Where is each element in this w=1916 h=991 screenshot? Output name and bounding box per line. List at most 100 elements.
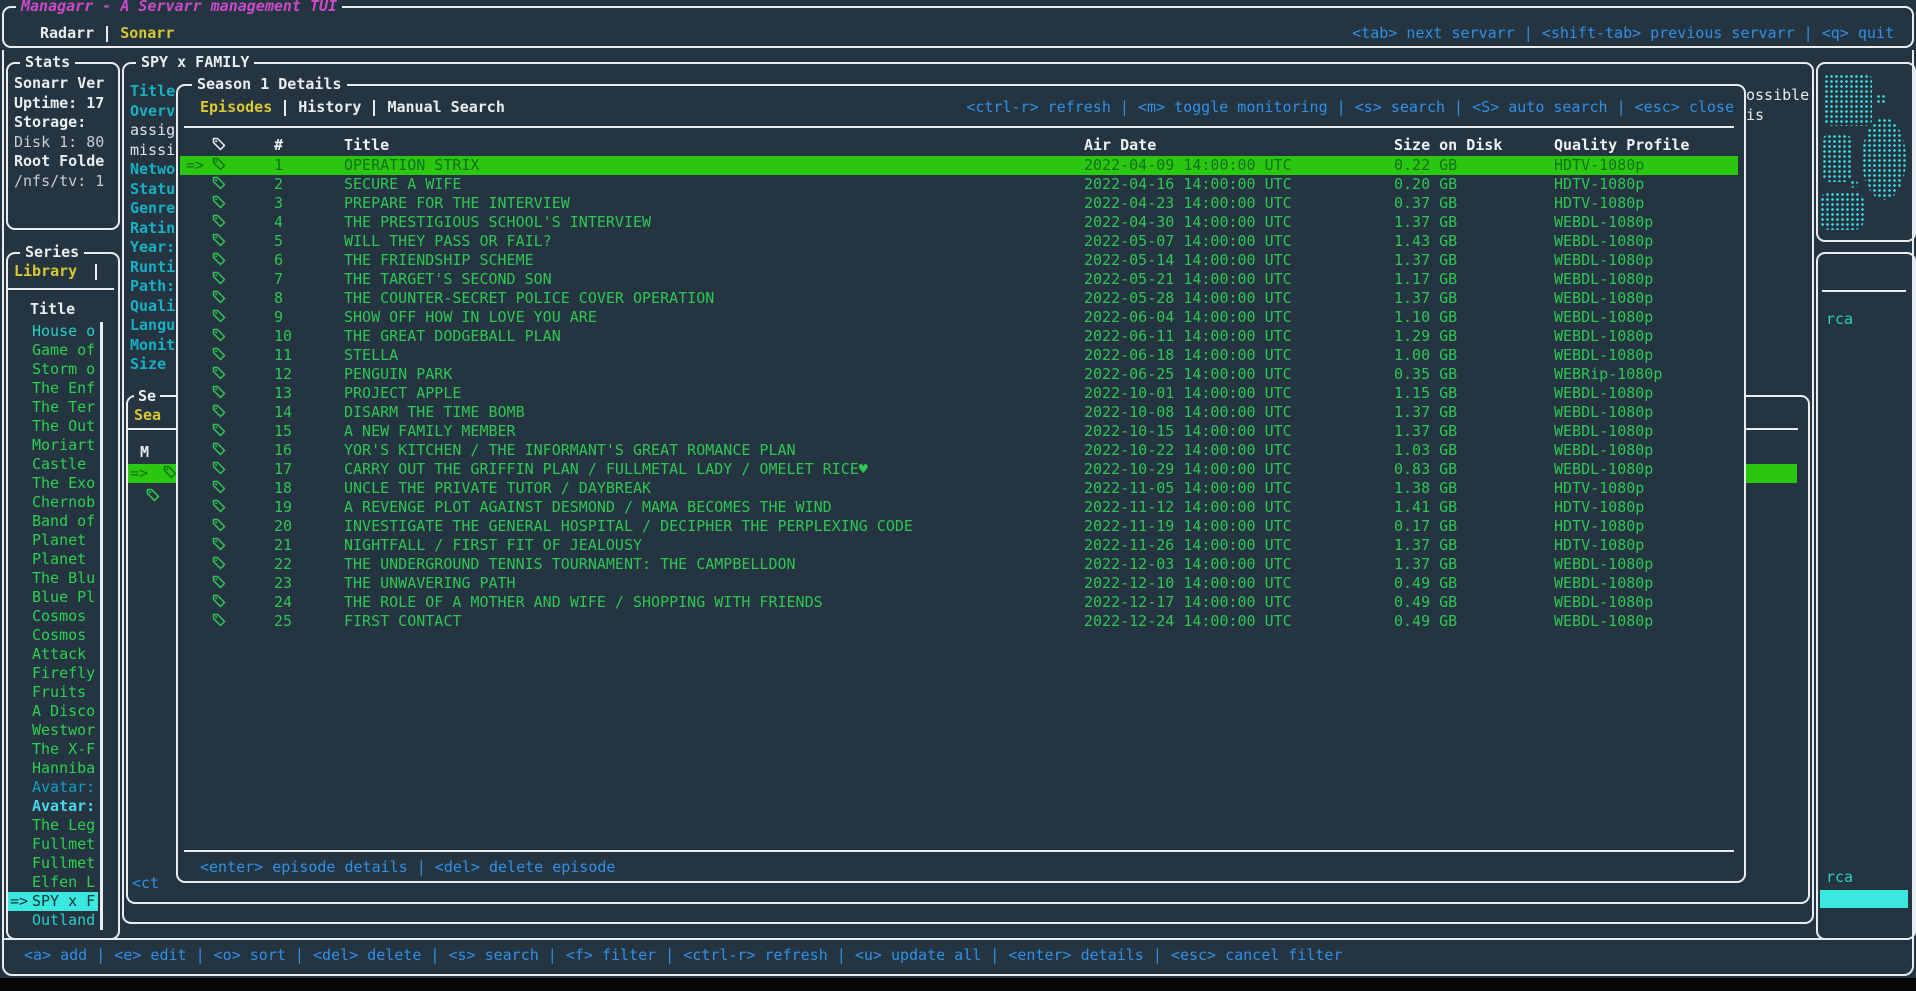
episode-monitored-tag-icon[interactable] <box>212 403 274 422</box>
series-list-item[interactable]: The Ter <box>8 398 98 417</box>
episode-row[interactable]: 10 THE GREAT DODGEBALL PLAN 2022-06-11 1… <box>180 327 1738 346</box>
episode-row[interactable]: 5 WILL THEY PASS OR FAIL? 2022-05-07 14:… <box>180 232 1738 251</box>
series-list-item[interactable]: Attack <box>8 645 98 664</box>
episode-row[interactable]: 18 UNCLE THE PRIVATE TUTOR / DAYBREAK 20… <box>180 479 1738 498</box>
series-list-item[interactable]: Fullmet <box>8 854 98 873</box>
series-list-item[interactable]: Fullmet <box>8 835 98 854</box>
series-list-item[interactable]: Hanniba <box>8 759 98 778</box>
episode-row[interactable]: 4 THE PRESTIGIOUS SCHOOL'S INTERVIEW 202… <box>180 213 1738 232</box>
series-list-item[interactable]: Cosmos <box>8 626 98 645</box>
series-list-item[interactable]: Firefly <box>8 664 98 683</box>
episode-monitored-tag-icon[interactable] <box>212 517 274 536</box>
selected-season-row-fragment-left[interactable]: => <box>128 464 178 483</box>
series-list-item[interactable]: A Disco <box>8 702 98 721</box>
episode-row[interactable]: 2 SECURE A WIFE 2022-04-16 14:00:00 UTC … <box>180 175 1738 194</box>
episode-row[interactable]: 12 PENGUIN PARK 2022-06-25 14:00:00 UTC … <box>180 365 1738 384</box>
series-list-item[interactable]: Fruits <box>8 683 98 702</box>
episode-monitored-tag-icon[interactable] <box>212 422 274 441</box>
episode-monitored-tag-icon[interactable] <box>212 327 274 346</box>
episode-monitored-tag-icon[interactable] <box>212 232 274 251</box>
series-list-item[interactable]: Game of <box>8 341 98 360</box>
episode-monitored-tag-icon[interactable] <box>212 365 274 384</box>
seasons-tab-fragment[interactable]: Sea <box>134 406 161 425</box>
series-list-item[interactable]: House o <box>8 322 98 341</box>
episode-monitored-tag-icon[interactable] <box>212 479 274 498</box>
episode-row[interactable]: 25 FIRST CONTACT 2022-12-24 14:00:00 UTC… <box>180 612 1738 631</box>
series-list-item[interactable]: The Leg <box>8 816 98 835</box>
episode-row[interactable]: 3 PREPARE FOR THE INTERVIEW 2022-04-23 1… <box>180 194 1738 213</box>
episode-monitored-tag-icon[interactable] <box>212 308 274 327</box>
episode-monitored-tag-icon[interactable] <box>212 194 274 213</box>
episode-monitored-tag-icon[interactable] <box>212 460 274 479</box>
episode-row[interactable]: => 1 OPERATION STRIX 2022-04-09 14:00:00… <box>180 156 1738 175</box>
tab-radarr[interactable]: Radarr <box>40 24 94 43</box>
series-list-item[interactable]: Elfen L <box>8 873 98 892</box>
tab-library[interactable]: Library <box>14 262 77 280</box>
episode-monitored-tag-icon[interactable] <box>212 536 274 555</box>
episode-monitored-tag-icon[interactable] <box>212 612 274 631</box>
episode-row[interactable]: 23 THE UNWAVERING PATH 2022-12-10 14:00:… <box>180 574 1738 593</box>
episode-monitored-tag-icon[interactable] <box>212 593 274 612</box>
tab-manual-search[interactable]: Manual Search <box>387 98 504 117</box>
series-list-item[interactable]: Blue Pl <box>8 588 98 607</box>
episode-monitored-tag-icon[interactable] <box>212 289 274 308</box>
episode-monitored-tag-icon[interactable] <box>212 498 274 517</box>
series-list-item[interactable]: Avatar: <box>8 778 98 797</box>
episode-monitored-tag-icon[interactable] <box>212 270 274 289</box>
column-air-date[interactable]: Air Date <box>1084 136 1394 155</box>
tab-sonarr[interactable]: Sonarr <box>120 24 174 43</box>
episode-quality-profile: HDTV-1080p <box>1554 194 1738 213</box>
episode-row[interactable]: 7 THE TARGET'S SECOND SON 2022-05-21 14:… <box>180 270 1738 289</box>
episode-row[interactable]: 9 SHOW OFF HOW IN LOVE YOU ARE 2022-06-0… <box>180 308 1738 327</box>
episode-row[interactable]: 6 THE FRIENDSHIP SCHEME 2022-05-14 14:00… <box>180 251 1738 270</box>
series-scrollbar[interactable] <box>100 322 103 930</box>
series-list-item[interactable]: Castle <box>8 455 98 474</box>
series-list-item[interactable]: Planet <box>8 550 98 569</box>
episode-row[interactable]: 14 DISARM THE TIME BOMB 2022-10-08 14:00… <box>180 403 1738 422</box>
column-number[interactable]: # <box>274 136 344 155</box>
episode-row[interactable]: 8 THE COUNTER-SECRET POLICE COVER OPERAT… <box>180 289 1738 308</box>
series-list-item[interactable]: => SPY x F <box>8 892 98 911</box>
series-list-item[interactable]: The X-F <box>8 740 98 759</box>
episode-row[interactable]: 24 THE ROLE OF A MOTHER AND WIFE / SHOPP… <box>180 593 1738 612</box>
episode-monitored-tag-icon[interactable] <box>212 384 274 403</box>
episode-monitored-tag-icon[interactable] <box>212 213 274 232</box>
episode-monitored-tag-icon[interactable] <box>212 441 274 460</box>
series-list-item[interactable]: Chernob <box>8 493 98 512</box>
episode-row[interactable]: 17 CARRY OUT THE GRIFFIN PLAN / FULLMETA… <box>180 460 1738 479</box>
episode-row[interactable]: 22 THE UNDERGROUND TENNIS TOURNAMENT: TH… <box>180 555 1738 574</box>
series-list-item[interactable]: Moriart <box>8 436 98 455</box>
episode-row[interactable]: 20 INVESTIGATE THE GENERAL HOSPITAL / DE… <box>180 517 1738 536</box>
episode-monitored-tag-icon[interactable] <box>212 555 274 574</box>
series-list-item[interactable]: Westwor <box>8 721 98 740</box>
series-list-item[interactable]: The Exo <box>8 474 98 493</box>
episode-row[interactable]: 21 NIGHTFALL / FIRST FIT OF JEALOUSY 202… <box>180 536 1738 555</box>
right-panel-selected-bar[interactable] <box>1820 890 1908 908</box>
episode-row[interactable]: 19 A REVENGE PLOT AGAINST DESMOND / MAMA… <box>180 498 1738 517</box>
series-list-item[interactable]: Outland <box>8 911 98 930</box>
series-list-item[interactable]: Cosmos <box>8 607 98 626</box>
series-list-item[interactable]: Planet <box>8 531 98 550</box>
episode-monitored-tag-icon[interactable] <box>212 156 274 175</box>
episode-row[interactable]: 13 PROJECT APPLE 2022-10-01 14:00:00 UTC… <box>180 384 1738 403</box>
episode-row[interactable]: 11 STELLA 2022-06-18 14:00:00 UTC 1.00 G… <box>180 346 1738 365</box>
episode-monitored-tag-icon[interactable] <box>212 175 274 194</box>
episode-monitored-tag-icon[interactable] <box>212 574 274 593</box>
series-list-item[interactable]: Band of <box>8 512 98 531</box>
episode-monitored-tag-icon[interactable] <box>212 346 274 365</box>
tab-separator <box>106 26 108 42</box>
episode-monitored-tag-icon[interactable] <box>212 251 274 270</box>
episode-size: 0.37 GB <box>1394 194 1554 213</box>
column-size-on-disk[interactable]: Size on Disk <box>1394 136 1554 155</box>
column-quality-profile[interactable]: Quality Profile <box>1554 136 1744 155</box>
series-list-item[interactable]: Storm o <box>8 360 98 379</box>
tab-episodes[interactable]: Episodes <box>200 98 272 117</box>
series-list-item[interactable]: The Blu <box>8 569 98 588</box>
series-list-item[interactable]: The Enf <box>8 379 98 398</box>
episode-row[interactable]: 15 A NEW FAMILY MEMBER 2022-10-15 14:00:… <box>180 422 1738 441</box>
episode-row[interactable]: 16 YOR'S KITCHEN / THE INFORMANT'S GREAT… <box>180 441 1738 460</box>
tab-history[interactable]: History <box>298 98 361 117</box>
column-title[interactable]: Title <box>344 136 1084 155</box>
series-list-item[interactable]: The Out <box>8 417 98 436</box>
series-list-item[interactable]: Avatar: <box>8 797 98 816</box>
